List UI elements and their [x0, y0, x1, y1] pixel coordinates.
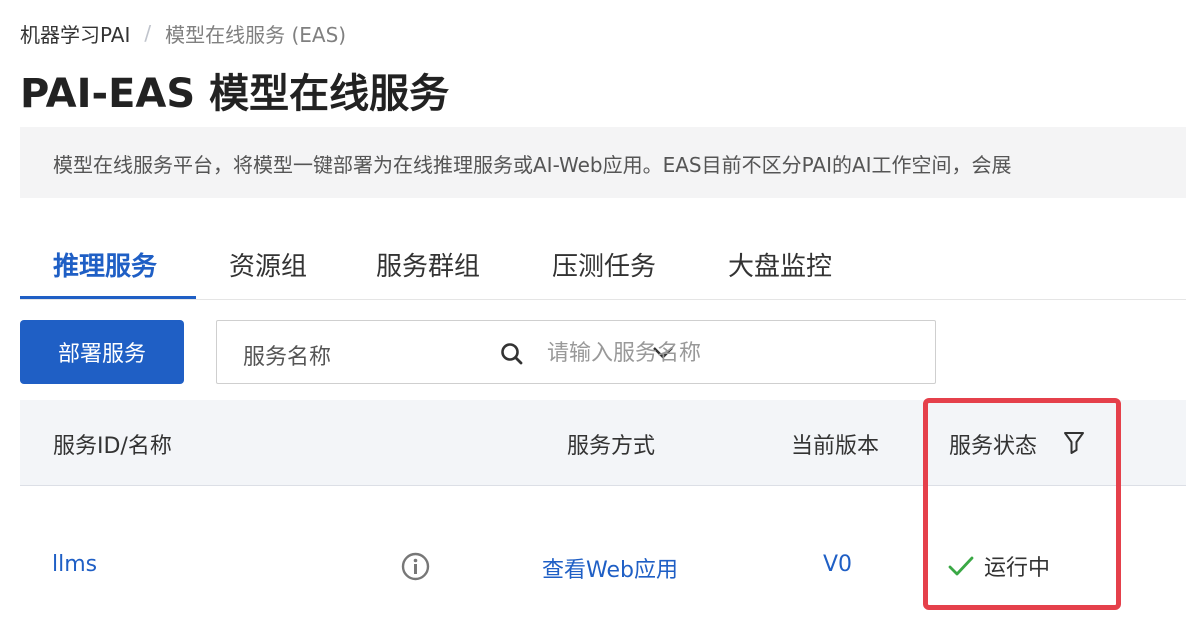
check-icon	[948, 556, 974, 576]
deploy-service-button[interactable]: 部署服务	[20, 320, 184, 384]
filter-icon[interactable]	[1062, 430, 1086, 456]
tab-service-groups[interactable]: 服务群组	[376, 246, 480, 283]
breadcrumb-current: 模型在线服务 (EAS)	[165, 22, 347, 47]
column-header-status: 服务状态	[949, 434, 1038, 459]
page-description-text: 模型在线服务平台，将模型一键部署为在线推理服务或AI-Web应用。EAS目前不区…	[53, 153, 1012, 177]
column-header-id-name: 服务ID/名称	[53, 434, 172, 459]
search-icon[interactable]	[499, 341, 525, 367]
service-name-link[interactable]: llms	[52, 552, 97, 577]
breadcrumb-separator: /	[144, 21, 152, 45]
service-status-text: 运行中	[984, 556, 1051, 581]
table-header: 服务ID/名称 服务方式 当前版本 服务状态	[20, 400, 1186, 486]
tab-resource-groups[interactable]: 资源组	[229, 246, 307, 283]
page-description: 模型在线服务平台，将模型一键部署为在线推理服务或AI-Web应用。EAS目前不区…	[20, 127, 1186, 198]
search-field-select[interactable]: 服务名称	[243, 339, 331, 371]
search-input[interactable]	[547, 333, 917, 373]
column-header-method: 服务方式	[567, 434, 656, 459]
column-header-version: 当前版本	[791, 434, 880, 459]
current-version-link[interactable]: V0	[823, 552, 852, 577]
tab-inference-services[interactable]: 推理服务	[53, 246, 157, 283]
service-status: 运行中	[948, 550, 1050, 582]
page-title: PAI-EAS 模型在线服务	[20, 71, 450, 117]
breadcrumb: 机器学习PAI / 模型在线服务 (EAS)	[20, 19, 347, 48]
tab-load-testing[interactable]: 压测任务	[552, 246, 656, 283]
info-icon[interactable]	[401, 552, 430, 581]
tab-dashboard-monitoring[interactable]: 大盘监控	[728, 246, 832, 283]
breadcrumb-home[interactable]: 机器学习PAI	[20, 19, 130, 48]
search-bar: 服务名称	[216, 320, 936, 384]
view-web-app-link[interactable]: 查看Web应用	[542, 552, 678, 584]
tab-bar: 推理服务 资源组 服务群组 压测任务 大盘监控	[20, 230, 1186, 300]
active-tab-indicator	[20, 296, 196, 299]
